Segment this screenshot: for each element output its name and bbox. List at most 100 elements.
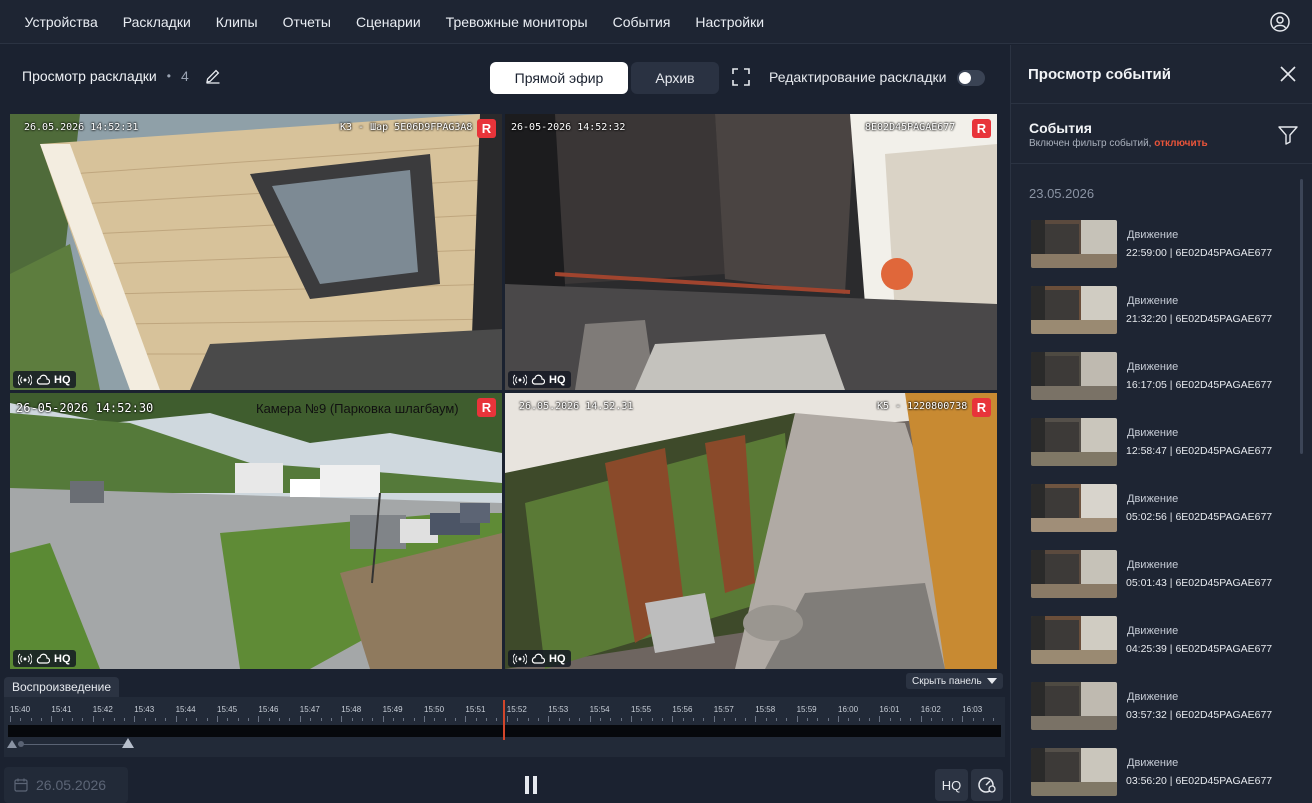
nav-clips[interactable]: Клипы [203,14,270,30]
event-meta: 03:57:32 | 6E02D45PAGAE677 [1126,709,1272,721]
timeline-tick [734,718,736,721]
timeline-tick [931,718,933,721]
timeline-tick-label: 15:54 [589,705,610,714]
event-item[interactable]: Движение 03:56:20 | 6E02D45PAGAE677 [1031,748,1301,798]
event-time: 16:17:05 [1126,379,1167,391]
edit-layout-toggle[interactable] [957,70,985,86]
timeline-tick [279,718,281,721]
timeline-tick-label: 15:49 [382,705,403,714]
camera-tile-4[interactable]: 26.05.2026 14.52.31 К5 - 1220800738 R HQ [505,393,997,669]
layout-header: Просмотр раскладки • 4 [22,68,221,84]
event-item[interactable]: Движение 12:58:47 | 6E02D45PAGAE677 [1031,418,1301,468]
event-thumbnail[interactable] [1031,352,1117,400]
timeline-tick [775,718,777,721]
camera-tile-2[interactable]: 26-05-2026 14:52:32 8E02D45PAGAE677 R HQ [505,114,997,390]
event-meta: 03:56:20 | 6E02D45PAGAE677 [1126,775,1272,787]
timeline-tick [589,716,591,722]
event-item[interactable]: Движение 16:17:05 | 6E02D45PAGAE677 [1031,352,1301,402]
timeline-tick [41,718,43,721]
date-picker[interactable]: 26.05.2026 [4,767,128,803]
archive-mode-button[interactable]: Архив [631,62,719,94]
nav-events[interactable]: События [600,14,683,30]
event-thumbnail[interactable] [1031,286,1117,334]
recording-badge: R [972,119,991,138]
camera-tile-1[interactable]: 26.05.2026 14:52:31 К3 - Шар 5E06D9FPAG3… [10,114,502,390]
timeline-tick [51,716,53,722]
quality-label: HQ [54,652,71,665]
event-item[interactable]: Движение 04:25:39 | 6E02D45PAGAE677 [1031,616,1301,666]
event-item[interactable]: Движение 21:32:20 | 6E02D45PAGAE677 [1031,286,1301,336]
timeline-tick-label: 15:43 [134,705,155,714]
event-meta: 22:59:00 | 6E02D45PAGAE677 [1126,247,1272,259]
quality-label: HQ [54,373,71,386]
timeline-tick [641,718,643,721]
calendar-icon [14,778,28,792]
event-thumbnail[interactable] [1031,616,1117,664]
zoom-slider-knob[interactable] [18,741,24,747]
timeline-tick [879,716,881,722]
event-thumbnail[interactable] [1031,220,1117,268]
hide-panel-button[interactable]: Скрыть панель [906,673,1003,689]
filter-icon[interactable] [1278,125,1298,145]
event-thumbnail[interactable] [1031,550,1117,598]
camera-name: К3 - Шар 5E06D9FPAG3A8 [340,122,473,133]
event-item[interactable]: Движение 05:01:43 | 6E02D45PAGAE677 [1031,550,1301,600]
nav-settings[interactable]: Настройки [683,14,777,30]
timeline[interactable]: 15:40 15:41 15:42 15:43 15:44 15:45 15:46 15:47… [4,697,1005,757]
broadcast-icon [18,374,32,385]
timeline-tick [869,718,871,721]
panel-divider [1011,103,1312,104]
fullscreen-icon[interactable] [731,67,751,87]
event-meta: 21:32:20 | 6E02D45PAGAE677 [1126,313,1272,325]
timeline-cursor[interactable] [503,700,505,740]
timeline-tick-label: 15:55 [631,705,652,714]
timeline-tick [796,716,798,722]
timeline-tick [631,716,632,722]
event-type: Движение [1127,625,1179,637]
event-thumbnail[interactable] [1031,484,1117,532]
speed-settings-icon [978,777,996,793]
timeline-tick [413,718,415,721]
event-thumbnail[interactable] [1031,418,1117,466]
timeline-tick-label: 15:51 [465,705,486,714]
timeline-tick [20,718,22,721]
zoom-out-handle[interactable] [7,740,17,748]
nav-devices[interactable]: Устройства [12,14,110,30]
zoom-slider-track[interactable] [18,744,128,745]
event-meta: 05:01:43 | 6E02D45PAGAE677 [1126,577,1272,589]
event-item[interactable]: Движение 05:02:56 | 6E02D45PAGAE677 [1031,484,1301,534]
nav-scenarios[interactable]: Сценарии [343,14,433,30]
timeline-tick-label: 15:42 [92,705,113,714]
toggle-knob [959,72,971,84]
event-thumbnail[interactable] [1031,748,1117,796]
close-icon[interactable] [1280,66,1296,82]
timeline-tick [310,718,312,721]
camera-status-bar: HQ [508,650,571,667]
tab-playback[interactable]: Воспроизведение [4,677,120,697]
timeline-tick [185,718,187,721]
event-item[interactable]: Движение 03:57:32 | 6E02D45PAGAE677 [1031,682,1301,732]
camera-tile-3[interactable]: 26-05-2026 14:52:30 Камера №9 (Парковка … [10,393,502,669]
timeline-tick [744,718,746,721]
user-profile-icon[interactable] [1270,12,1290,32]
timeline-tick [341,716,343,722]
date-value: 26.05.2026 [36,777,107,793]
zoom-in-handle[interactable] [122,738,134,748]
disable-filter-link[interactable]: отключить [1154,138,1207,149]
playback-settings-button[interactable] [971,769,1003,801]
nav-alarm-monitors[interactable]: Тревожные мониторы [433,14,600,30]
live-mode-button[interactable]: Прямой эфир [490,62,628,94]
pencil-icon[interactable] [205,68,221,84]
quality-hq-button[interactable]: HQ [935,769,968,801]
camera-grid: 26.05.2026 14:52:31 К3 - Шар 5E06D9FPAG3… [10,114,997,669]
event-time: 04:25:39 [1126,643,1167,655]
event-item[interactable]: Движение 22:59:00 | 6E02D45PAGAE677 [1031,220,1301,270]
timeline-tick [548,716,550,722]
pause-icon[interactable] [524,776,538,794]
timeline-tick [817,718,819,721]
camera-timestamp: 26.05.2026 14.52.31 [519,401,634,412]
event-thumbnail[interactable] [1031,682,1117,730]
nav-layouts[interactable]: Раскладки [110,14,203,30]
nav-reports[interactable]: Отчеты [270,14,343,30]
timeline-tick [444,718,446,721]
